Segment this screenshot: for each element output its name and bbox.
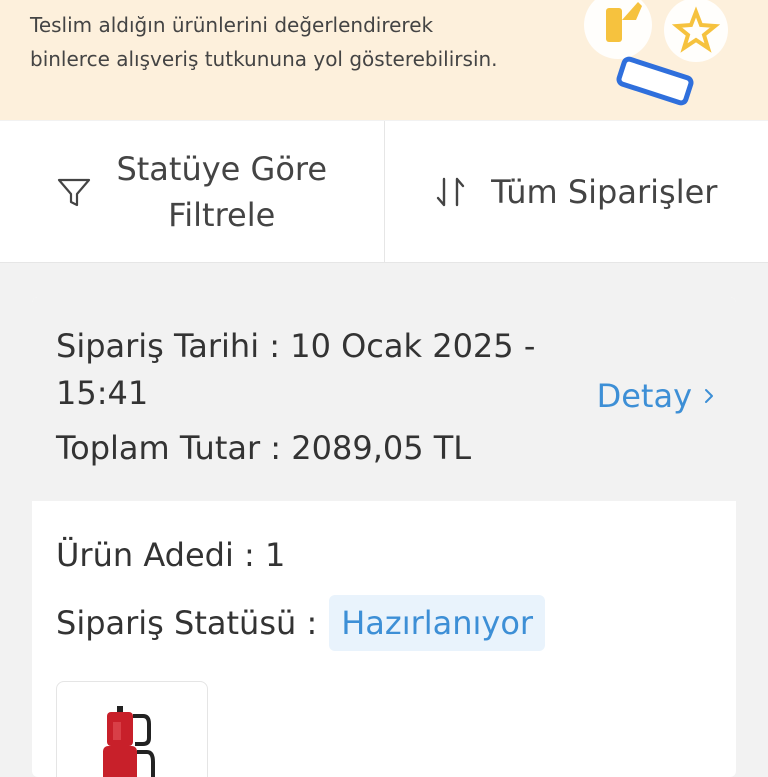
banner-line-2: binlerce alışveriş tutkununa yol göstere… — [30, 42, 498, 76]
order-date-line-2: 15:41 — [56, 370, 576, 417]
status-filter-button[interactable]: Statüye Göre Filtrele — [0, 121, 384, 262]
order-total: Toplam Tutar : 2089,05 TL — [56, 425, 712, 471]
product-thumbnail[interactable] — [56, 681, 208, 777]
order-status-row: Sipariş Statüsü : Hazırlanıyor — [56, 595, 712, 651]
order-date-line-1: Sipariş Tarihi : 10 Ocak 2025 - — [56, 323, 576, 370]
order-card-body: Ürün Adedi : 1 Sipariş Statüsü : Hazırla… — [32, 501, 736, 777]
order-card-header: Sipariş Tarihi : 10 Ocak 2025 - 15:41 To… — [32, 297, 736, 501]
funnel-icon — [56, 174, 92, 210]
detail-label: Detay — [597, 377, 692, 415]
review-banner[interactable]: Teslim aldığın ürünlerini değerlendirere… — [0, 0, 768, 120]
status-filter-line-2: Filtrele — [116, 192, 327, 238]
banner-line-1: Teslim aldığın ürünlerini değerlendirere… — [30, 8, 498, 42]
order-date: Sipariş Tarihi : 10 Ocak 2025 - 15:41 — [56, 323, 576, 417]
sort-arrows-icon — [435, 175, 467, 209]
status-filter-label: Statüye Göre Filtrele — [116, 146, 327, 238]
sort-button[interactable]: Tüm Siparişler — [384, 121, 768, 262]
sort-label: Tüm Siparişler — [491, 169, 717, 215]
chevron-right-icon — [704, 387, 714, 405]
review-illustration-icon — [578, 0, 748, 120]
order-status-label: Sipariş Statüsü : — [56, 601, 317, 645]
status-badge: Hazırlanıyor — [329, 595, 545, 651]
order-card: Sipariş Tarihi : 10 Ocak 2025 - 15:41 To… — [32, 297, 736, 777]
item-count: Ürün Adedi : 1 — [56, 533, 712, 577]
detail-link[interactable]: Detay — [597, 377, 714, 415]
teapot-product-image — [57, 682, 208, 777]
status-filter-line-1: Statüye Göre — [116, 146, 327, 192]
filter-bar: Statüye Göre Filtrele Tüm Siparişler — [0, 121, 768, 263]
banner-text: Teslim aldığın ürünlerini değerlendirere… — [30, 8, 498, 76]
